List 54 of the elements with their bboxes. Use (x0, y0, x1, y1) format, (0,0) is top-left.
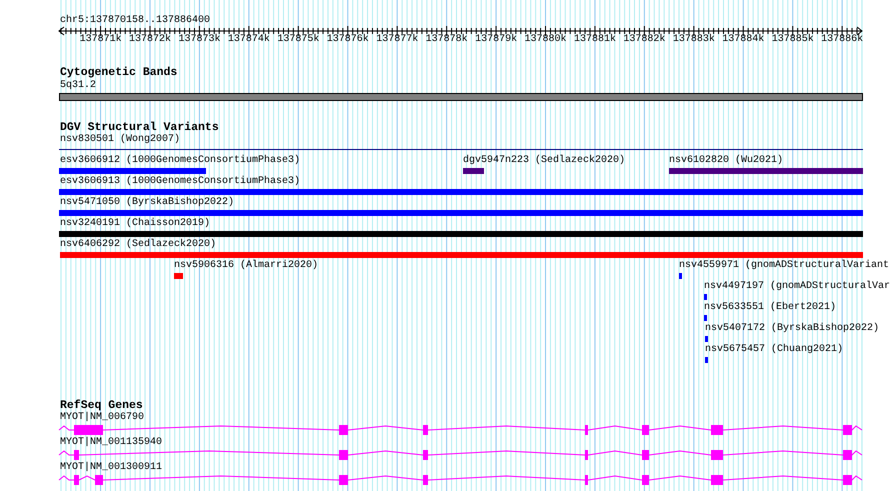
tick-label: 137874k (226, 34, 271, 46)
variant-bar[interactable] (679, 273, 682, 279)
tick-label: 137882k (622, 34, 666, 46)
track-title: DGV Structural Variants (60, 122, 219, 134)
variant-label: nsv3240191 (Chaisson2019) (60, 218, 210, 230)
transcript-label: MYOT|NM_001135940 (60, 437, 162, 449)
tick-label: 137881k (572, 34, 617, 46)
transcript-label: MYOT|NM_006790 (60, 412, 144, 424)
tick-label: 137885k (770, 34, 815, 46)
variant-bar[interactable] (59, 231, 863, 237)
variant-bar[interactable] (704, 315, 707, 321)
variant-bar[interactable] (669, 168, 863, 174)
variant-label: nsv5407172 (ByrskaBishop2022) (705, 323, 880, 335)
variant-bar[interactable] (704, 294, 707, 300)
variant-label: nsv4559971 (gnomADStructuralVariant (679, 260, 890, 272)
tick-label: 137883k (672, 34, 716, 46)
variant-label: nsv6102820 (Wu2021) (669, 155, 784, 167)
gene-model[interactable] (58, 425, 862, 435)
variant-label: nsv4497197 (gnomADStructuralVar (704, 281, 890, 293)
variant-bar[interactable] (60, 252, 863, 258)
tick-label: 137880k (524, 34, 568, 46)
variant-label: nsv830501 (Wong2007) (60, 134, 180, 146)
tick-label: 137873k (177, 34, 222, 46)
tick-label: 137876k (326, 34, 370, 46)
variant-label: esv3606912 (1000GenomesConsortiumPhase3) (60, 155, 300, 167)
tick-label: 137884k (721, 34, 766, 46)
gene-model[interactable] (58, 450, 862, 460)
tick-label: 137872k (128, 34, 172, 46)
variant-label: nsv6406292 (Sedlazeck2020) (60, 239, 216, 251)
tick-label: 137875k (276, 34, 320, 46)
variant-label: nsv5675457 (Chuang2021) (705, 344, 844, 356)
gene-model[interactable] (58, 475, 862, 485)
track-title: RefSeq Genes (60, 400, 143, 412)
variant-label: dgv5947n223 (Sedlazeck2020) (463, 155, 626, 167)
tick-label: 137886k (820, 34, 864, 46)
tick-label: 137878k (424, 34, 469, 46)
variant-bar[interactable] (59, 189, 863, 195)
variant-bar[interactable] (705, 336, 708, 342)
variant-bar[interactable] (59, 210, 863, 216)
variant-bar[interactable] (59, 168, 206, 174)
tick-label: 137879k (474, 34, 518, 46)
variant-bar[interactable] (705, 357, 708, 363)
tick-label: 137871k (78, 34, 123, 46)
variant-label: nsv5633551 (Ebert2021) (704, 302, 836, 314)
variant-bar[interactable] (463, 168, 484, 174)
variant-label: esv3606913 (1000GenomesConsortiumPhase3) (60, 176, 300, 188)
location-label: chr5:137870158..137886400 (60, 15, 210, 27)
transcript-label: MYOT|NM_001300911 (60, 462, 162, 474)
variant-label: nsv5471050 (ByrskaBishop2022) (60, 197, 234, 209)
tick-label: 137877k (375, 34, 420, 46)
variant-label: nsv5906316 (Almarri2020) (174, 260, 318, 272)
variant-bar[interactable] (174, 273, 183, 279)
track-title: Cytogenetic Bands (60, 67, 178, 79)
band-label: 5q31.2 (60, 80, 96, 92)
